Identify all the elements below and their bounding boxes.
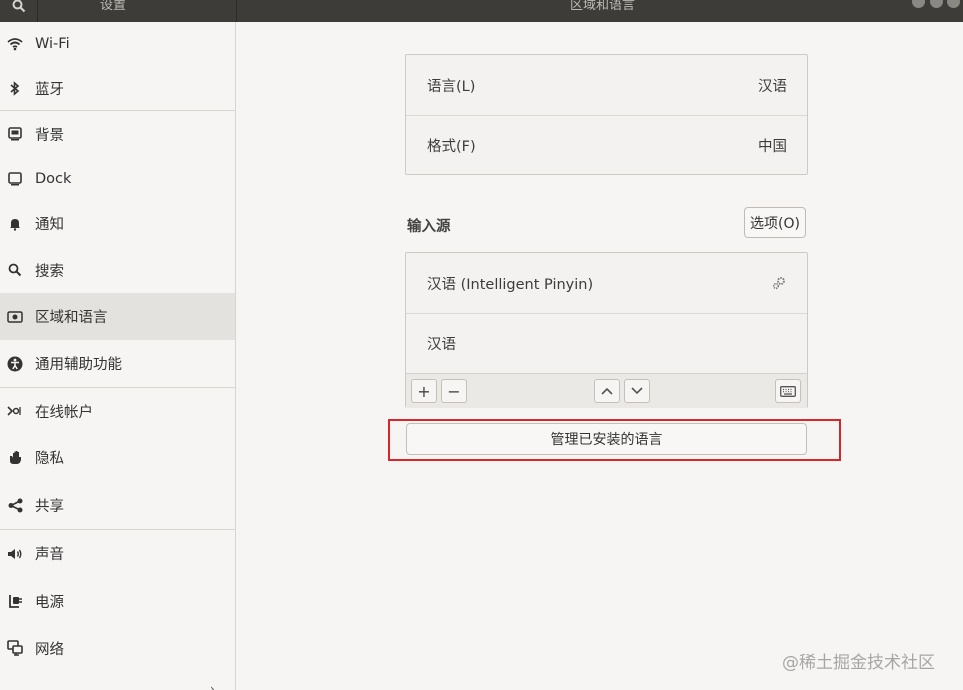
bell-icon — [7, 216, 23, 232]
wifi-icon — [7, 36, 23, 52]
input-source-label: 汉语 (Intelligent Pinyin) — [427, 276, 594, 293]
input-source-label: 汉语 — [427, 337, 456, 353]
chevron-right-icon: › — [210, 682, 215, 690]
sidebar-item-sharing[interactable]: 共享 — [0, 481, 235, 529]
sidebar-item-power[interactable]: 电源 — [0, 577, 235, 625]
sidebar-item-label: 通用辅助功能 — [35, 357, 122, 373]
input-sources-title: 输入源 — [407, 219, 451, 235]
sidebar-item-online-accounts[interactable]: 在线帐户 — [0, 388, 235, 434]
sidebar-item-label: 声音 — [35, 547, 64, 563]
language-row[interactable]: 语言(L) 汉语 — [406, 55, 807, 115]
sidebar-item-dock[interactable]: Dock — [0, 157, 235, 200]
sidebar-item-label: Dock — [35, 170, 72, 187]
add-input-source-button[interactable]: + — [411, 379, 437, 403]
language-label: 语言(L) — [427, 78, 476, 95]
keyboard-layout-button[interactable] — [775, 379, 801, 403]
language-format-card: 语言(L) 汉语 格式(F) 中国 — [405, 54, 808, 175]
sidebar-item-label: 网络 — [35, 641, 64, 658]
accessibility-icon — [7, 356, 23, 372]
gear-icon[interactable] — [771, 276, 787, 290]
sidebar-item-bluetooth[interactable]: 蓝牙 — [0, 66, 235, 110]
sidebar-item-privacy[interactable]: 隐私 — [0, 434, 235, 481]
keyboard-icon — [780, 385, 796, 397]
maximize-button[interactable] — [930, 0, 943, 8]
dock-icon — [7, 171, 23, 187]
speaker-icon — [7, 546, 23, 562]
panel-title: 区域和语言 — [570, 0, 636, 13]
minimize-button[interactable] — [912, 0, 925, 8]
sidebar: Wi-Fi 蓝牙 背景 Dock 通知 搜索 区域和语言 通用辅助功能 在线帐户… — [0, 22, 236, 690]
settings-title: 设置 — [100, 0, 127, 13]
sidebar-item-background[interactable]: 背景 — [0, 111, 235, 157]
chevron-down-icon — [631, 387, 643, 395]
sidebar-item-label: 电源 — [35, 594, 64, 611]
input-sources-toolbar: + − — [406, 373, 807, 408]
sidebar-item-label: 区域和语言 — [35, 310, 108, 326]
sidebar-item-network[interactable]: 网络 — [0, 625, 235, 671]
title-bar: 设置 区域和语言 — [0, 0, 963, 22]
sidebar-item-label: 隐私 — [35, 451, 64, 467]
online-accounts-icon — [7, 403, 23, 419]
format-row[interactable]: 格式(F) 中国 — [406, 116, 807, 175]
region-icon — [7, 309, 23, 325]
sidebar-item-label: 搜索 — [35, 263, 64, 280]
background-icon — [7, 126, 23, 142]
sidebar-item-label: 共享 — [35, 498, 64, 515]
input-source-row[interactable]: 汉语 — [406, 314, 807, 373]
search-button[interactable] — [0, 0, 38, 22]
sidebar-item-notifications[interactable]: 通知 — [0, 200, 235, 247]
sidebar-item-label: Wi-Fi — [35, 36, 70, 52]
sidebar-item-region[interactable]: 区域和语言 — [0, 293, 235, 340]
search-icon — [12, 0, 25, 13]
bluetooth-icon — [7, 80, 23, 96]
network-icon — [7, 640, 23, 656]
close-button[interactable] — [947, 0, 960, 8]
input-source-row[interactable]: 汉语 (Intelligent Pinyin) — [406, 253, 807, 313]
sidebar-item-wifi[interactable]: Wi-Fi — [0, 22, 235, 66]
format-label: 格式(F) — [427, 139, 476, 155]
format-value: 中国 — [758, 139, 787, 155]
move-down-button[interactable] — [624, 379, 650, 403]
share-icon — [7, 497, 23, 513]
language-value: 汉语 — [758, 78, 787, 95]
power-icon — [7, 593, 23, 609]
sidebar-item-sound[interactable]: 声音 — [0, 530, 235, 577]
titlebar-divider — [236, 0, 237, 22]
sidebar-item-label: 蓝牙 — [35, 81, 64, 98]
sidebar-item-label: 背景 — [35, 127, 64, 144]
search-icon — [7, 262, 23, 278]
input-sources-card: 汉语 (Intelligent Pinyin) 汉语 + − — [405, 252, 808, 408]
sidebar-item-accessibility[interactable]: 通用辅助功能 — [0, 340, 235, 387]
watermark: @稀土掘金技术社区 — [782, 653, 935, 673]
options-button[interactable]: 选项(O) — [744, 207, 806, 238]
highlight-annotation — [388, 419, 841, 461]
sidebar-item-search[interactable]: 搜索 — [0, 247, 235, 293]
chevron-up-icon — [601, 387, 613, 395]
sidebar-item-label: 通知 — [35, 217, 64, 233]
sidebar-item-label: 在线帐户 — [35, 404, 93, 421]
move-up-button[interactable] — [594, 379, 620, 403]
hand-icon — [7, 450, 23, 466]
remove-input-source-button[interactable]: − — [441, 379, 467, 403]
